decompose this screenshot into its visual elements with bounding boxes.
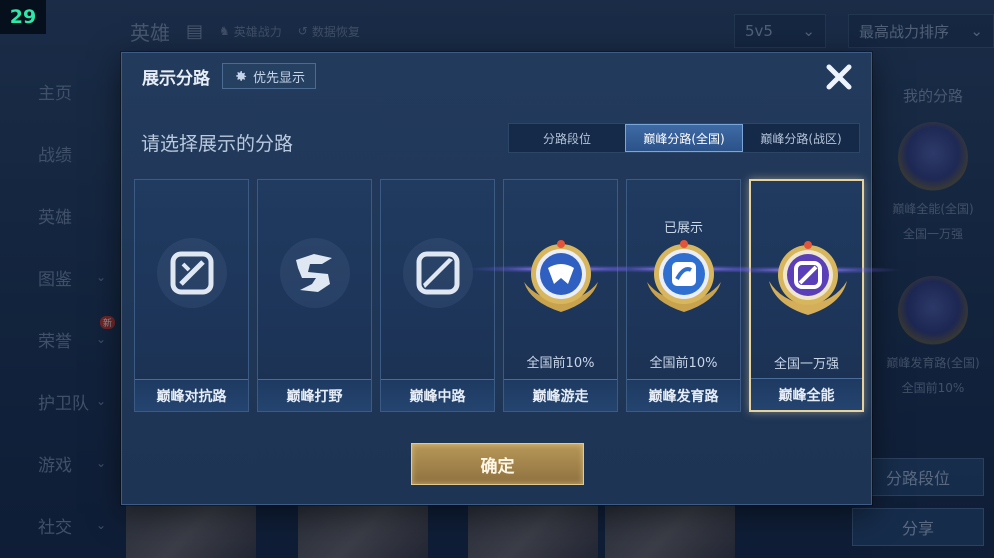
modal-title: 展示分路 [142, 68, 210, 89]
tab-lane-rank[interactable]: 分路段位 [509, 124, 625, 152]
close-button[interactable] [821, 59, 857, 95]
lane-card-allround[interactable]: 全国一万强 巅峰全能 [711, 179, 902, 412]
mid-lane-icon [403, 238, 473, 308]
lane-card-list: 巅峰对抗路 巅峰打野 巅峰中路 全国前10% 巅峰游走 已展示 全国前10% 巅… [134, 179, 902, 412]
modal-subtitle: 请选择展示的分路 [141, 133, 294, 155]
lane-card-label: 巅峰中路 [381, 379, 494, 411]
priority-display-button[interactable]: 优先显示 [222, 63, 317, 89]
lane-card-label: 巅峰打野 [258, 379, 371, 411]
close-icon [826, 64, 852, 90]
lane-card-label: 巅峰游走 [504, 379, 617, 411]
lane-card-rank: 全国前10% [649, 356, 718, 371]
sword-shield-icon [157, 238, 227, 308]
tab-peak-region[interactable]: 巅峰分路(战区) [743, 124, 859, 152]
modal-header: 展示分路 优先显示 [122, 53, 871, 99]
lane-display-modal: 展示分路 优先显示 请选择展示的分路 分路段位 巅峰分路(全国) 巅峰分路(战区… [121, 52, 902, 505]
lane-card-label: 巅峰发育路 [627, 379, 740, 411]
fps-counter: 29 [0, 0, 46, 34]
roam-medal-icon [524, 240, 598, 312]
lane-card-label: 巅峰对抗路 [135, 379, 248, 411]
lane-card-jungle[interactable]: 巅峰打野 [257, 179, 372, 412]
confirm-button[interactable]: 确定 [411, 443, 584, 485]
tab-peak-national[interactable]: 巅峰分路(全国) [625, 124, 743, 152]
lane-card-farm[interactable]: 已展示 全国前10% 巅峰发育路 [587, 179, 780, 412]
lane-card-rank: 全国一万强 [773, 357, 839, 372]
dragon-icon [280, 238, 350, 308]
lane-card-top[interactable]: 巅峰对抗路 [134, 179, 249, 412]
lane-card-roam[interactable]: 全国前10% 巅峰游走 [464, 179, 657, 412]
farm-medal-icon [647, 240, 721, 312]
gear-icon [236, 70, 247, 81]
lane-type-tabs: 分路段位 巅峰分路(全国) 巅峰分路(战区) [508, 123, 860, 153]
lane-card-mid[interactable]: 巅峰中路 [380, 179, 495, 412]
lane-card-rank: 全国前10% [526, 356, 595, 371]
lane-card-label: 巅峰全能 [751, 378, 862, 410]
allround-medal-icon [769, 241, 847, 315]
